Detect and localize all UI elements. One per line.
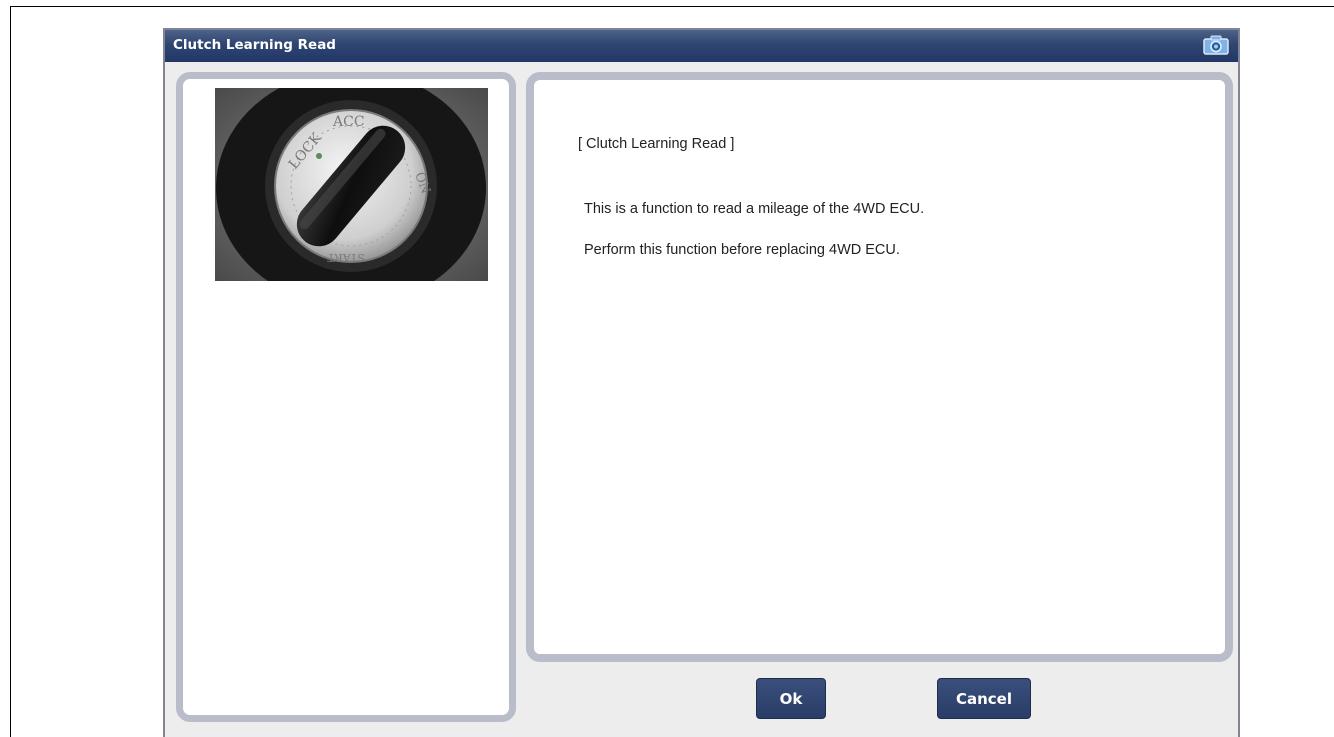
camera-icon[interactable] [1202,34,1230,56]
svg-text:START: START [327,251,365,264]
description-line-1: This is a function to read a mileage of … [584,201,925,217]
dialog-window: Clutch Learning Read LOCK ACC ON START [… [163,28,1240,737]
ignition-switch-image: LOCK ACC ON START [215,88,488,281]
page-border-left [10,6,11,737]
description-line-2: Perform this function before replacing 4… [584,242,900,258]
cancel-button[interactable]: Cancel [937,678,1031,719]
ok-button[interactable]: Ok [756,678,826,719]
image-panel: LOCK ACC ON START [176,72,516,722]
description-panel: [ Clutch Learning Read ] This is a funct… [526,72,1233,662]
description-heading: [ Clutch Learning Read ] [578,136,735,152]
svg-text:ACC: ACC [332,114,365,130]
page-border-top [10,6,1334,7]
title-bar: Clutch Learning Read [165,30,1238,62]
window-title: Clutch Learning Read [173,37,336,53]
ignition-switch-photo: LOCK ACC ON START [215,88,488,281]
